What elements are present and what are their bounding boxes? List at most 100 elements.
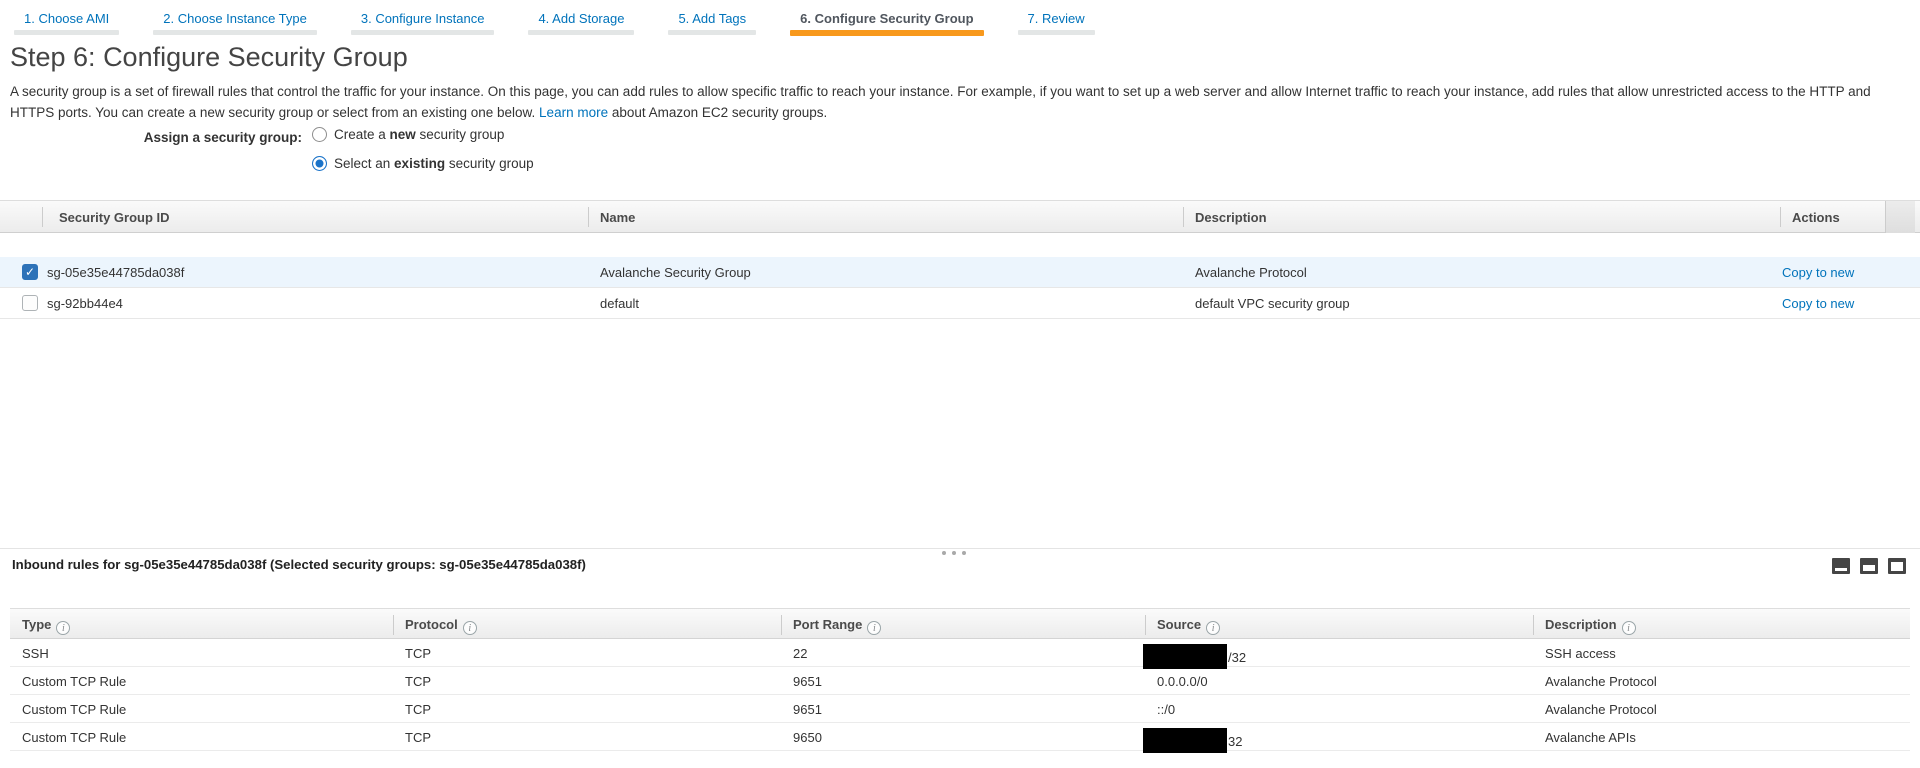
layout-pane-small-icon[interactable] [1832,558,1850,574]
column-separator [1533,615,1534,635]
inbound-col-port-range-label: Port Range [793,617,862,632]
rule-description-cell: SSH access [1545,646,1616,661]
rule-type-cell: Custom TCP Rule [22,674,126,689]
sg-col-name[interactable]: Name [600,210,635,225]
rule-port-cell: 9650 [793,730,822,745]
copy-to-new-link[interactable]: Copy to new [1782,296,1854,311]
sg-table-header: Security Group ID Name Description Actio… [0,200,1920,233]
inbound-col-type-label: Type [22,617,51,632]
option-text-bold: existing [394,156,445,171]
assign-security-group-label: Assign a security group: [0,130,302,145]
column-separator [588,207,589,227]
option-text-pre: Select an [334,156,394,171]
create-new-group-option[interactable]: Create a new security group [312,127,504,142]
info-icon[interactable]: i [56,621,70,635]
sg-col-id[interactable]: Security Group ID [59,210,170,225]
inbound-col-source: Sourcei [1157,617,1220,635]
rule-source-cell: ::/0 [1157,702,1175,717]
wizard-tab[interactable]: 7. Review [1018,0,1095,38]
table-header-scroll-corner [1885,201,1915,233]
option-text-post: security group [416,127,505,142]
info-icon[interactable]: i [1206,621,1220,635]
rule-port-cell: 9651 [793,674,822,689]
radio-selected-icon[interactable] [312,156,327,171]
copy-to-new-link[interactable]: Copy to new [1782,265,1854,280]
sg-name-cell: Avalanche Security Group [600,265,751,280]
inbound-table-header: Typei Protocoli Port Rangei Sourcei Desc… [10,608,1910,639]
rule-protocol-cell: TCP [405,702,431,717]
inbound-col-description: Descriptioni [1545,617,1636,635]
sg-id-cell: sg-92bb44e4 [47,296,123,311]
wizard-tab[interactable]: 4. Add Storage [528,0,634,38]
column-separator [1145,615,1146,635]
info-icon[interactable]: i [463,621,477,635]
select-existing-group-option[interactable]: Select an existing security group [312,156,534,171]
radio-unselected-icon[interactable] [312,127,327,142]
column-separator [393,615,394,635]
inbound-rule-row: Custom TCP Rule TCP 9651::/0 Avalanche Prot… [10,695,1910,723]
inbound-col-protocol: Protocol i [405,617,477,635]
sg-id-cell: sg-05e35e44785da038f [47,265,184,280]
select-existing-group-label: Select an existing security group [334,156,534,171]
layout-pane-medium-icon[interactable] [1860,558,1878,574]
sg-description-cell: default VPC security group [1195,296,1350,311]
redacted-source [1143,644,1227,669]
pane-layout-controls [1832,558,1906,574]
inbound-col-protocol-label: Protocol [405,617,458,632]
option-text-post: security group [445,156,534,171]
inbound-rule-row: Custom TCP RuleTCP965032Avalanche APIs [10,723,1910,751]
rule-description-cell: Avalanche Protocol [1545,674,1657,689]
sg-name-cell: default [600,296,639,311]
inbound-rule-row: Custom TCP Rule TCP 9651 0.0.0.0/0 Avalanche… [10,667,1910,695]
inbound-rules-title: Inbound rules for sg-05e35e44785da038f (… [12,557,586,572]
info-icon[interactable]: i [1622,621,1636,635]
sg-col-description[interactable]: Description [1195,210,1267,225]
rule-description-cell: Avalanche Protocol [1545,702,1657,717]
rule-type-cell: SSH [22,646,49,661]
create-new-group-label: Create a new security group [334,127,504,142]
column-separator [781,615,782,635]
learn-more-link[interactable]: Learn more [539,105,608,120]
column-separator [42,207,43,227]
wizard-tab[interactable]: 3. Configure Instance [351,0,495,38]
rule-description-cell: Avalanche APIs [1545,730,1636,745]
inbound-rule-row: SSHTCP22/32SSH access [10,639,1910,667]
rule-protocol-cell: TCP [405,674,431,689]
rule-port-cell: 22 [793,646,807,661]
row-checkbox[interactable] [22,295,38,311]
column-separator [1183,207,1184,227]
inbound-col-source-label: Source [1157,617,1201,632]
redacted-source [1143,728,1227,753]
info-icon[interactable]: i [867,621,881,635]
rule-protocol-cell: TCP [405,730,431,745]
rule-type-cell: Custom TCP Rule [22,702,126,717]
column-separator [1780,207,1781,227]
wizard-tab[interactable]: 1. Choose AMI [14,0,119,38]
inbound-col-port-range: Port Range i [793,617,881,635]
pane-divider [0,548,1920,549]
page-title: Step 6: Configure Security Group [10,42,408,73]
description-text-after: about Amazon EC2 security groups. [612,105,827,120]
description-text: A security group is a set of firewall ru… [10,84,1871,120]
rule-protocol-cell: TCP [405,646,431,661]
wizard-tabs: 1. Choose AMI 2. Choose Instance Type 3. C… [0,0,1129,38]
wizard-tab[interactable]: 5. Add Tags [668,0,756,38]
wizard-tab[interactable]: 6. Configure Security Group [790,0,983,38]
wizard-tab[interactable]: 2. Choose Instance Type [153,0,317,38]
inbound-col-type: Typei [22,617,70,635]
rule-port-cell: 9651 [793,702,822,717]
rule-type-cell: Custom TCP Rule [22,730,126,745]
sg-description-cell: Avalanche Protocol [1195,265,1307,280]
security-group-row[interactable]: ✓ sg-05e35e44785da038f Avalanche Security … [0,257,1920,288]
security-group-row[interactable]: sg-92bb44e4 default default VPC security g… [0,288,1920,319]
option-text-bold: new [390,127,416,142]
pane-resize-handle-icon[interactable] [942,551,966,555]
rule-source-cell: 32 [1157,730,1242,755]
row-checkbox[interactable]: ✓ [22,264,38,280]
sg-col-actions: Actions [1792,210,1840,225]
rule-source-cell: 0.0.0.0/0 [1157,674,1208,689]
page-description: A security group is a set of firewall ru… [10,81,1888,123]
ec2-launch-wizard-page: 1. Choose AMI 2. Choose Instance Type 3. C… [0,0,1920,768]
layout-pane-large-icon[interactable] [1888,558,1906,574]
option-text-pre: Create a [334,127,390,142]
